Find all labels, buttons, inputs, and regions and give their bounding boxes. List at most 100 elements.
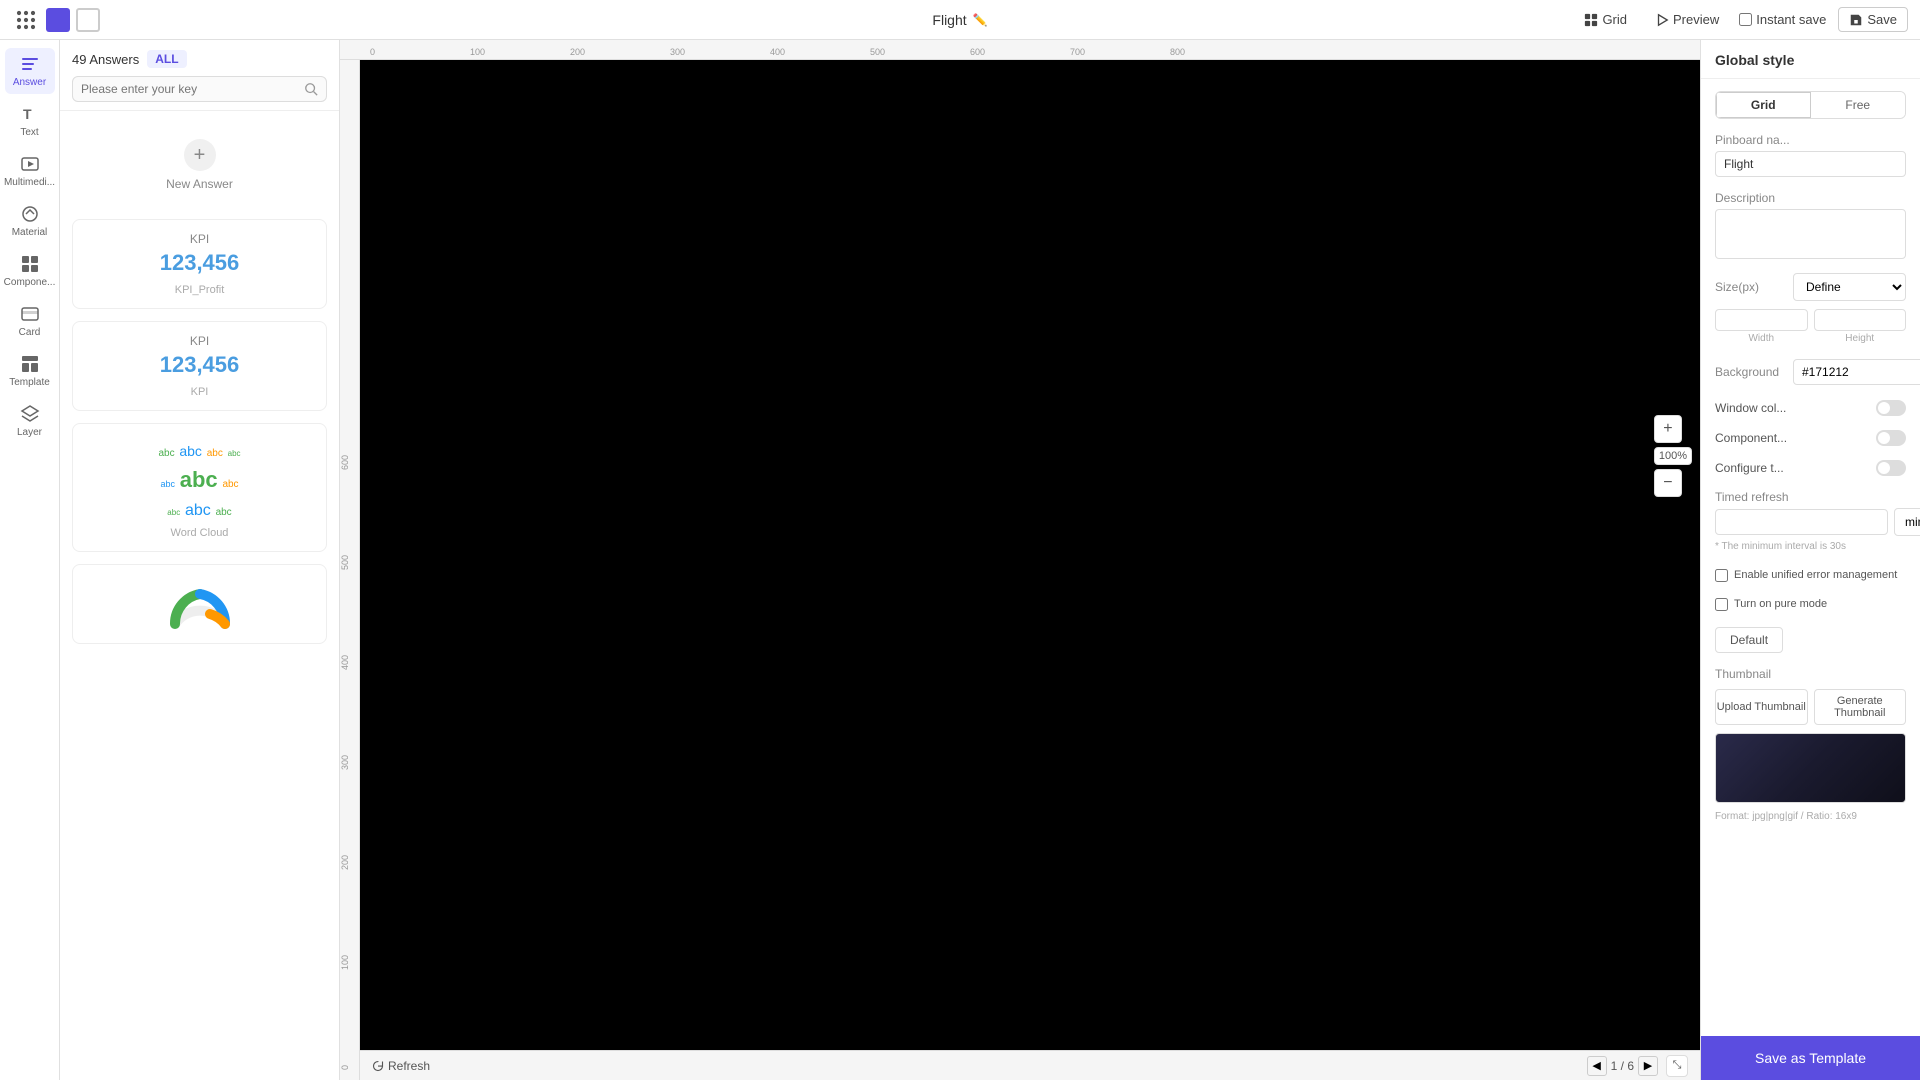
height-input[interactable] <box>1814 309 1907 331</box>
save-button[interactable]: Save <box>1838 7 1908 32</box>
page-total: 6 <box>1627 1059 1634 1073</box>
zoom-level-display: 100% <box>1654 447 1692 465</box>
component-toggle[interactable] <box>1876 430 1906 446</box>
answers-panel: 49 Answers ALL + New Answer KPI 123,456 … <box>60 40 340 1080</box>
grid-label: Grid <box>1602 12 1627 27</box>
generate-thumbnail-button[interactable]: Generate Thumbnail <box>1814 689 1907 725</box>
background-row: Background ≡ <box>1715 358 1906 386</box>
fullscreen-button[interactable]: ⤡ <box>1666 1055 1688 1077</box>
search-input[interactable] <box>81 82 298 96</box>
preview-label: Preview <box>1673 12 1719 27</box>
sidebar-label-layer: Layer <box>17 427 42 438</box>
canvas-area: 0 100 200 300 400 500 600 700 800 0 100 … <box>340 40 1700 1080</box>
pagination-bar: Refresh ◀ 1 / 6 ▶ ⤡ <box>360 1050 1700 1080</box>
page-prev-button[interactable]: ◀ <box>1587 1056 1607 1076</box>
width-input[interactable] <box>1715 309 1808 331</box>
sidebar-item-layer[interactable]: Layer <box>5 398 55 444</box>
layout-free-button[interactable]: Free <box>1811 92 1906 118</box>
instant-save-checkbox[interactable] <box>1739 13 1752 26</box>
upload-thumbnail-button[interactable]: Upload Thumbnail <box>1715 689 1808 725</box>
zoom-controls: + 100% − <box>1654 415 1692 497</box>
pinboard-name-input[interactable] <box>1715 151 1906 177</box>
configure-toggle-knob <box>1878 462 1890 474</box>
menu-icon-button[interactable] <box>12 6 40 34</box>
pinboard-name-label: Pinboard na... <box>1715 133 1906 147</box>
save-label: Save <box>1867 12 1897 27</box>
save-as-template-button[interactable]: Save as Template <box>1701 1036 1920 1080</box>
component-toggle-knob <box>1878 432 1890 444</box>
color-swatch-outline[interactable] <box>76 8 100 32</box>
layout-grid-button[interactable]: Grid <box>1716 92 1811 118</box>
svg-text:T: T <box>23 106 32 122</box>
topbar-center: Flight ✏️ <box>932 12 987 28</box>
ruler-tick-label: 300 <box>670 47 685 57</box>
kpi-card-profit[interactable]: KPI 123,456 KPI_Profit <box>72 219 327 309</box>
timed-refresh-inputs: minute second hour <box>1715 508 1906 536</box>
thumbnail-preview <box>1715 733 1906 803</box>
kpi-card-2[interactable]: KPI 123,456 KPI <box>72 321 327 411</box>
kpi-name-2: KPI <box>85 386 314 398</box>
sidebar-item-text[interactable]: T Text <box>5 98 55 144</box>
tab-all[interactable]: ALL <box>147 50 186 68</box>
wc-word-3: abc <box>207 448 223 459</box>
word-cloud-card[interactable]: abc abc abc abc abc abc abc abc abc abc … <box>72 423 327 552</box>
background-input[interactable] <box>1793 359 1920 385</box>
height-label: Height <box>1814 333 1907 344</box>
ruler-tick-label: 400 <box>770 47 785 57</box>
size-label: Size(px) <box>1715 280 1785 294</box>
new-answer-button[interactable]: + New Answer <box>72 123 327 207</box>
refresh-note: * The minimum interval is 30s <box>1715 540 1906 554</box>
sidebar-label-template: Template <box>9 377 50 388</box>
sidebar-item-answer[interactable]: Answer <box>5 48 55 94</box>
timed-refresh-input[interactable] <box>1715 509 1888 535</box>
height-input-group: Height <box>1814 309 1907 344</box>
grid-view-icon <box>1584 13 1598 27</box>
grid-view-button[interactable]: Grid <box>1576 8 1635 31</box>
preview-icon <box>1655 13 1669 27</box>
default-button[interactable]: Default <box>1715 627 1783 653</box>
size-row-inline: Size(px) Define 1920x1080 1280x720 <box>1715 273 1906 301</box>
sidebar-item-template[interactable]: Template <box>5 348 55 394</box>
kpi-value-1: 123,456 <box>85 250 314 276</box>
canvas-content[interactable] <box>360 60 1700 1050</box>
kpi-label-2: KPI <box>85 334 314 348</box>
bg-row: ≡ <box>1793 358 1920 386</box>
sidebar-label-answer: Answer <box>13 77 46 88</box>
timed-refresh-unit-select[interactable]: minute second hour <box>1894 508 1920 536</box>
wc-word-10: abc <box>216 507 232 518</box>
configure-toggle[interactable] <box>1876 460 1906 476</box>
sidebar-item-material[interactable]: Material <box>5 198 55 244</box>
background-label: Background <box>1715 365 1785 379</box>
instant-save-label: Instant save <box>1756 12 1826 27</box>
preview-button[interactable]: Preview <box>1647 8 1727 31</box>
new-answer-plus-icon: + <box>184 139 216 171</box>
wc-word-7: abc <box>222 479 238 490</box>
pure-mode-checkbox[interactable] <box>1715 598 1728 611</box>
page-next-button[interactable]: ▶ <box>1638 1056 1658 1076</box>
color-swatch-purple[interactable] <box>46 8 70 32</box>
sidebar-item-multimedia[interactable]: Multimedi... <box>5 148 55 194</box>
window-color-toggle[interactable] <box>1876 400 1906 416</box>
instant-save-checkbox-label[interactable]: Instant save <box>1739 12 1826 27</box>
refresh-button[interactable]: Refresh <box>372 1059 430 1073</box>
page-title: Flight <box>932 12 966 28</box>
pure-mode-row: Turn on pure mode <box>1715 597 1906 612</box>
topbar-right: Grid Preview Instant save Save <box>1576 7 1908 32</box>
thumbnail-buttons: Upload Thumbnail Generate Thumbnail <box>1715 689 1906 725</box>
layer-icon <box>20 404 40 424</box>
description-textarea[interactable] <box>1715 209 1906 259</box>
thumbnail-label: Thumbnail <box>1715 667 1906 681</box>
size-select[interactable]: Define 1920x1080 1280x720 <box>1793 273 1906 301</box>
error-management-checkbox[interactable] <box>1715 569 1728 582</box>
zoom-in-button[interactable]: + <box>1654 415 1682 443</box>
page-navigation: ◀ 1 / 6 ▶ <box>1587 1056 1658 1076</box>
edit-icon[interactable]: ✏️ <box>973 13 988 27</box>
zoom-out-button[interactable]: − <box>1654 469 1682 497</box>
sidebar-item-component[interactable]: Compone... <box>5 248 55 294</box>
component-icon <box>20 254 40 274</box>
sidebar-item-card[interactable]: Card <box>5 298 55 344</box>
word-cloud-name: Word Cloud <box>85 527 314 539</box>
kpi-name-1: KPI_Profit <box>85 284 314 296</box>
page-current: 1 <box>1611 1059 1618 1073</box>
gauge-card[interactable] <box>72 564 327 644</box>
